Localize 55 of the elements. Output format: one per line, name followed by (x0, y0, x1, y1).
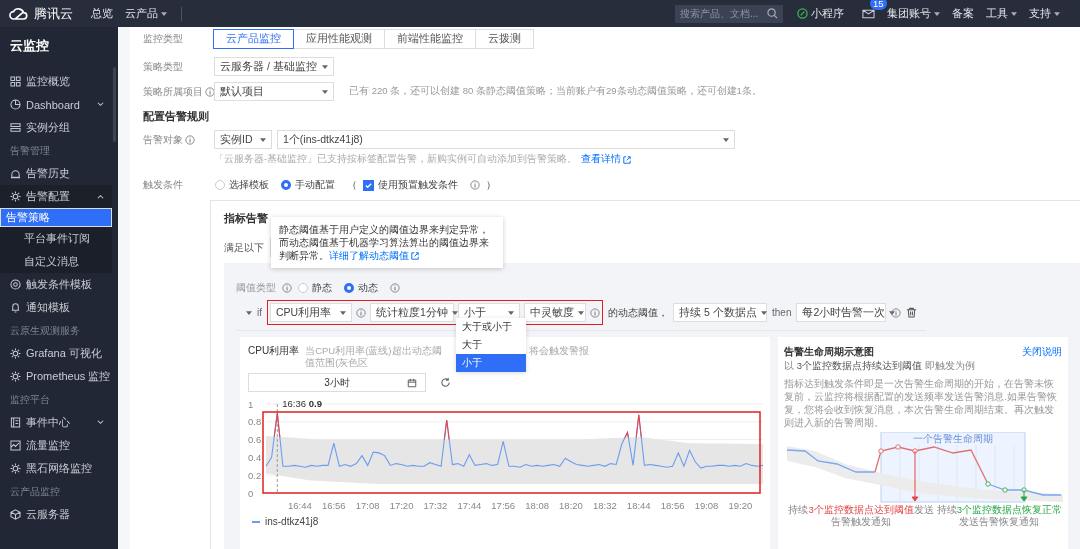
field-label: 触发条件 (143, 178, 184, 192)
axis-tick-label: 17:32 (423, 500, 448, 511)
axis-tick-label: 0.8 (248, 416, 262, 428)
field-label: 监控类型 (143, 32, 184, 46)
section-heading: 云原生观测服务 (9, 324, 81, 338)
field-label: 阈值类型 (236, 281, 276, 295)
section-heading: 监控平台 (9, 393, 51, 407)
section-heading: 配置告警规则 (143, 109, 210, 124)
chart-description: 当CPU利用率(蓝线)超出动态阈值范围(灰色区 (305, 345, 443, 369)
sidebar-title: 云监控 (9, 37, 50, 55)
card-title: 告警生命周期示意图 (784, 345, 874, 359)
axis-tick-label: 0.6 (248, 434, 262, 446)
keyword: if (257, 307, 262, 318)
section-heading: 告警管理 (9, 144, 51, 158)
caption-text: 持续3个监控数据点达到阈值发送 (788, 504, 934, 516)
field-label: 告警对象 (143, 132, 183, 147)
quota-hint: 已有 220 条，还可以创建 80 条静态阈值策略；当前账户有29条动态阈值策略，还可创建1条。 (349, 85, 762, 98)
bracket: （ (347, 178, 357, 192)
axis-tick-label: 0.2 (248, 469, 262, 481)
axis-tick-label: 0 (248, 487, 254, 499)
axis-tick-label: 18:44 (626, 500, 651, 511)
caption-text: 持续3个监控数据点恢复正常 (936, 504, 1062, 516)
axis-tick-label: 0.4 (248, 451, 262, 463)
axis-tick-label: 17:08 (355, 500, 380, 511)
axis-tick-label: 17:20 (389, 500, 414, 511)
axis-tick-label: 16:44 (288, 500, 312, 511)
legend-label: ins-dtkz41j8 (265, 516, 319, 527)
condition-text: 的动态阈值， (608, 305, 668, 320)
notification-badge: 15 (870, 0, 887, 10)
field-label: 策略类型 (143, 59, 184, 74)
hover-readout: 16:36 0.9 (282, 398, 322, 409)
axis-tick-label: 17:44 (457, 500, 482, 511)
axis-tick-label: 19:20 (728, 500, 753, 511)
caption-text: 告警触发通知 (831, 516, 892, 528)
axis-tick-label: 18:56 (660, 500, 685, 511)
field-label: 策略所属项目 (143, 84, 203, 99)
keyword: then (772, 307, 792, 318)
axis-tick-label: 18:20 (559, 500, 583, 511)
cycle-label: 一个告警生命周期 (913, 433, 993, 444)
panel-title: 指标告警 (224, 211, 269, 226)
caption-text: 发送告警恢复通知 (959, 516, 1040, 528)
axis-tick-label: 16:56 (321, 500, 346, 511)
axis-tick-label: 17:56 (491, 500, 516, 511)
chart-title: CPU利用率 (248, 345, 300, 357)
section-heading: 云产品监控 (9, 485, 61, 499)
tooltip-text: 静态阈值基于用户定义的阈值边界来判定异常，而动态阈值基于机器学习算法算出的阈值边界来判断异常。详细了解动态阈值 (279, 224, 489, 261)
chart-description: 将会触发警报 (529, 345, 590, 357)
axis-tick-label: 18:08 (525, 500, 549, 511)
card-subtitle: 以 3个监控数据点持续达到阈值 即触发为例 (784, 360, 976, 373)
field-label: 满足以下 (224, 240, 264, 255)
axis-tick-label: 1 (248, 398, 254, 410)
help-text: 「云服务器-基础监控」已支持按标签配置告警，新购实例可自动添加到告警策略。 (214, 153, 578, 166)
bracket: ） (486, 178, 496, 192)
axis-tick-label: 18:32 (592, 500, 617, 511)
axis-tick-label: 19:08 (694, 500, 719, 511)
